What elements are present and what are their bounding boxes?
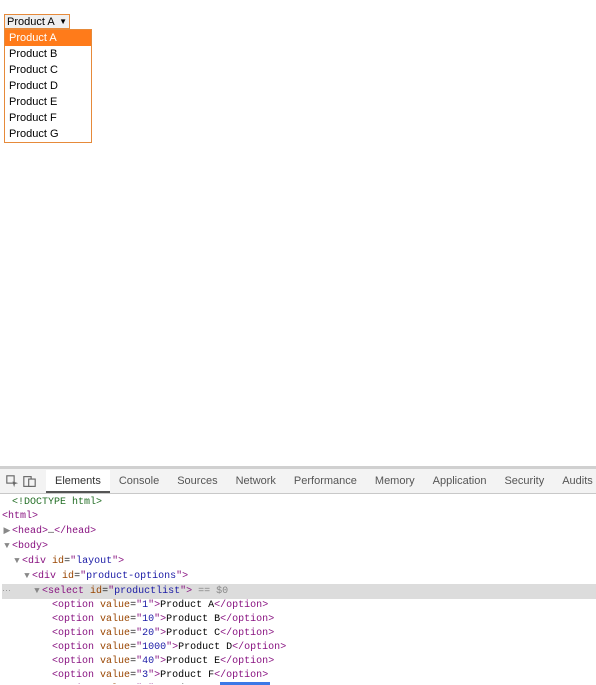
inspect-element-icon[interactable] (6, 474, 19, 489)
dom-select[interactable]: ⋯▼<select id="productlist"> == $0 (2, 584, 596, 599)
dom-html-open[interactable]: <html> (2, 510, 596, 524)
elements-dom-tree[interactable]: <!DOCTYPE html> <html> ▶<head>…</head> ▼… (0, 494, 596, 684)
dom-div-product-options[interactable]: ▼<div id="product-options"> (2, 569, 596, 584)
dom-option[interactable]: <option value="40">Product E</option> (2, 655, 596, 669)
product-select[interactable]: Product A ▼ (4, 14, 70, 29)
devtools-panel: Elements Console Sources Network Perform… (0, 469, 596, 684)
page-area: Product A ▼ Product A Product B Product … (0, 0, 596, 469)
tab-performance[interactable]: Performance (285, 470, 366, 492)
dom-head[interactable]: ▶<head>…</head> (2, 524, 596, 539)
dropdown-option[interactable]: Product F (5, 110, 91, 126)
dom-option[interactable]: <option value="3">Product F</option> (2, 669, 596, 683)
chevron-down-icon: ▼ (59, 18, 67, 26)
product-select-dropdown[interactable]: Product A Product B Product C Product D … (4, 29, 92, 143)
page-top-edge (0, 0, 596, 2)
dropdown-option[interactable]: Product D (5, 78, 91, 94)
product-select-value: Product A (7, 16, 55, 28)
dom-option[interactable]: <option value="1000">Product D</option> (2, 641, 596, 655)
tab-memory[interactable]: Memory (366, 470, 424, 492)
dom-body-open[interactable]: ▼<body> (2, 539, 596, 554)
dom-option[interactable]: <option value="10">Product B</option> (2, 613, 596, 627)
dropdown-option[interactable]: Product A (5, 30, 91, 46)
dropdown-option[interactable]: Product B (5, 46, 91, 62)
dom-option[interactable]: <option value="20">Product C</option> (2, 627, 596, 641)
device-toolbar-icon[interactable] (23, 474, 36, 489)
devtools-tabbar: Elements Console Sources Network Perform… (0, 469, 596, 494)
tab-security[interactable]: Security (495, 470, 553, 492)
dropdown-option[interactable]: Product E (5, 94, 91, 110)
dom-div-layout[interactable]: ▼<div id="layout"> (2, 554, 596, 569)
tab-audits[interactable]: Audits (553, 470, 596, 492)
tab-elements[interactable]: Elements (46, 470, 110, 493)
dom-doctype[interactable]: <!DOCTYPE html> (2, 496, 596, 510)
tab-application[interactable]: Application (424, 470, 496, 492)
tab-network[interactable]: Network (227, 470, 285, 492)
dropdown-option[interactable]: Product G (5, 126, 91, 142)
dom-option[interactable]: <option value="1">Product A</option> (2, 599, 596, 613)
tab-console[interactable]: Console (110, 470, 168, 492)
dropdown-option[interactable]: Product C (5, 62, 91, 78)
tab-sources[interactable]: Sources (168, 470, 226, 492)
